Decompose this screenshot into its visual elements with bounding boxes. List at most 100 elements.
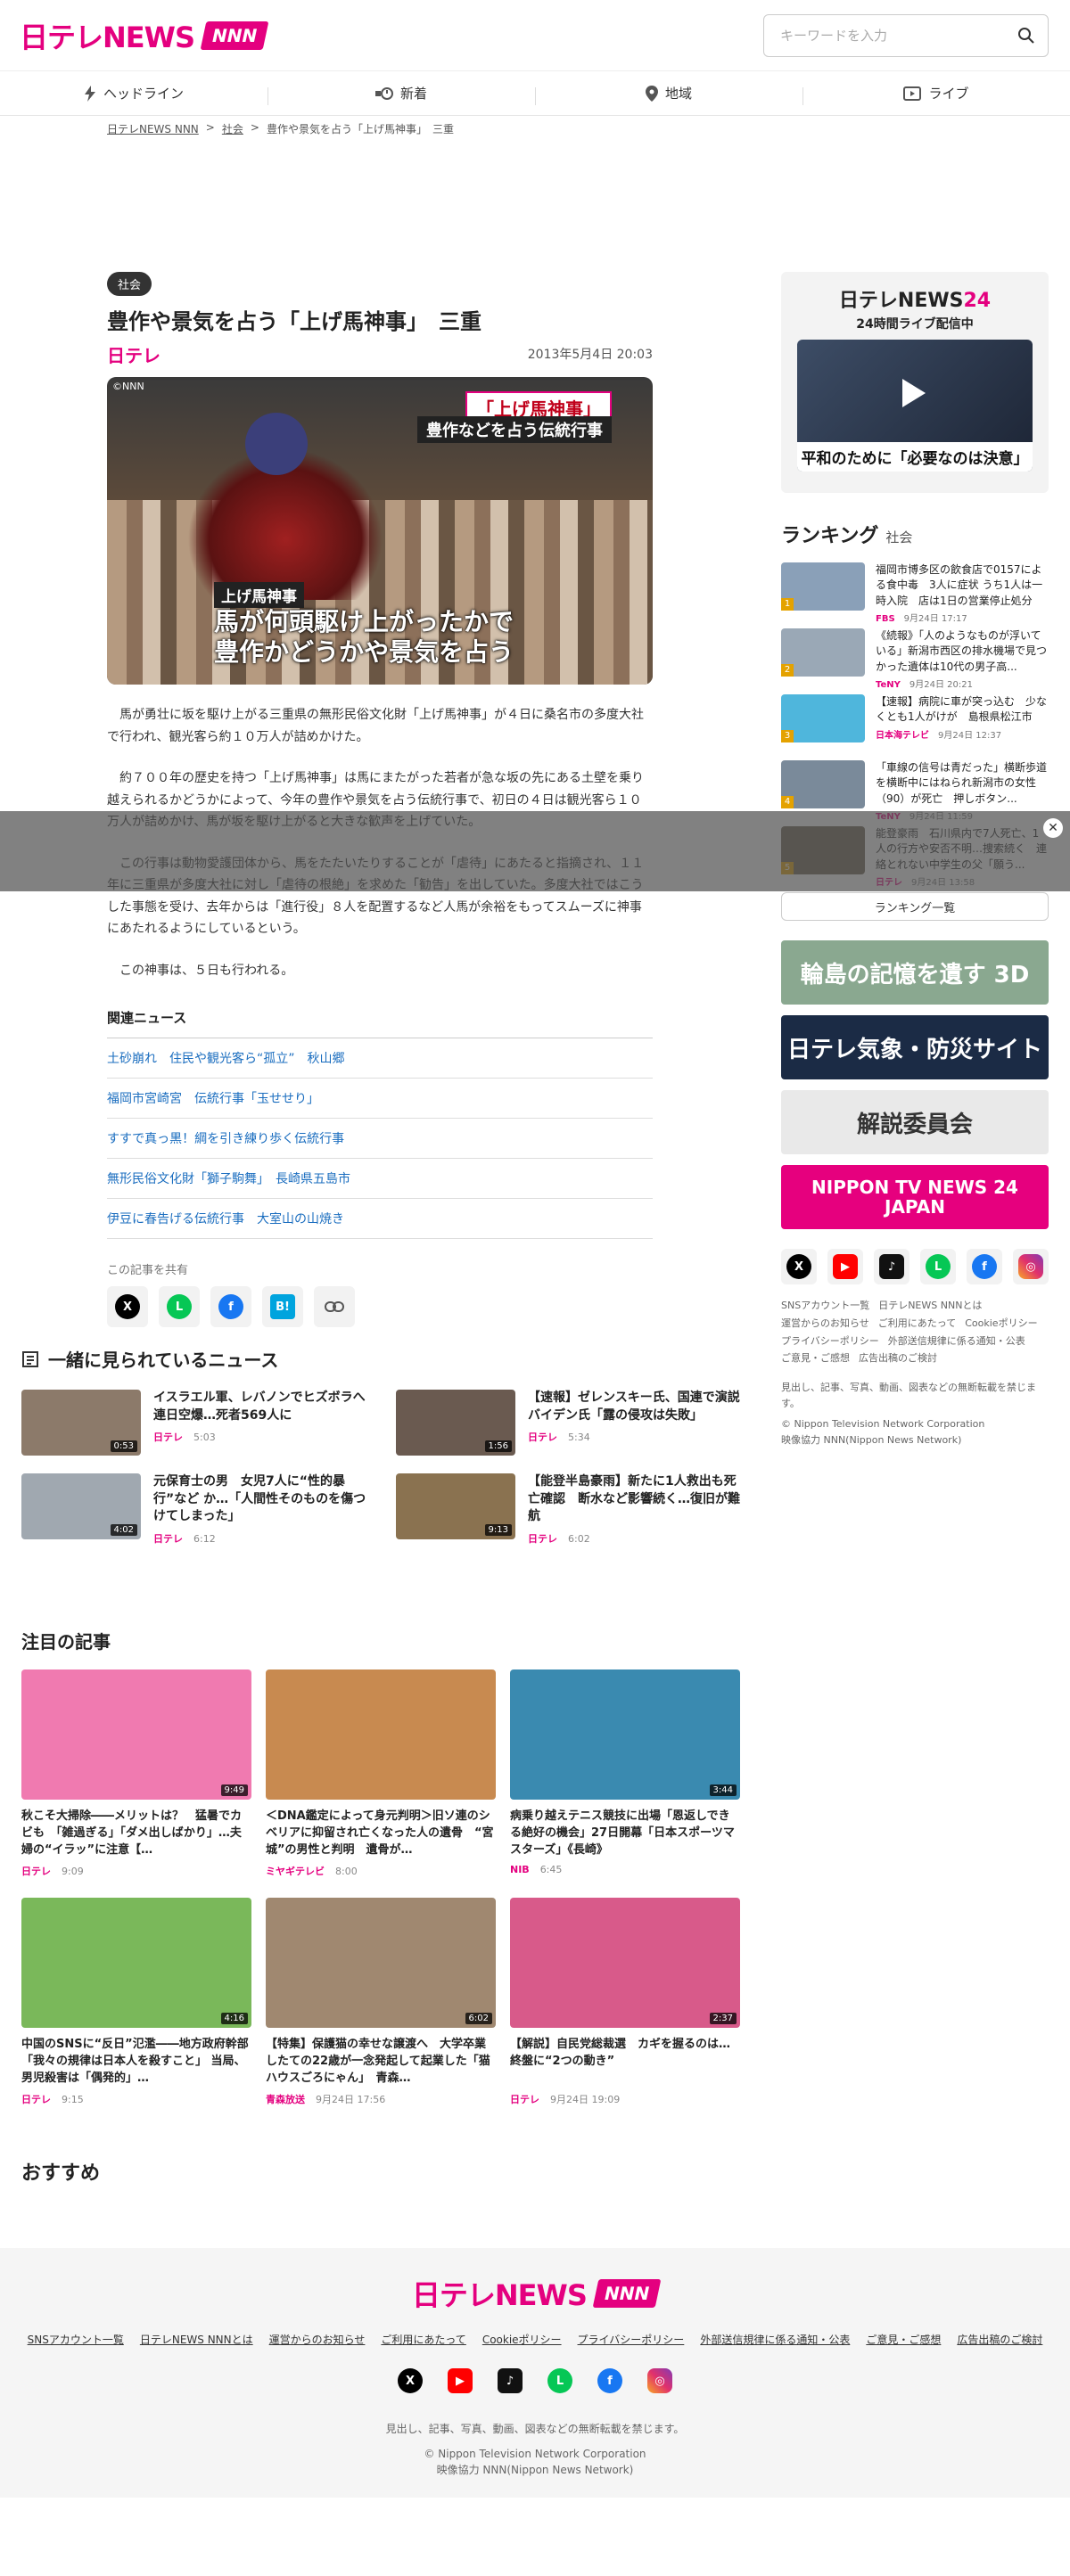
sns-tiktok-link[interactable]: ♪ xyxy=(874,1249,910,1284)
article-meta: 日テレ 2013年5月4日 20:03 xyxy=(107,343,653,366)
nav-latest[interactable]: 新着 xyxy=(268,84,535,105)
footer-line-link[interactable]: L xyxy=(545,2366,575,2396)
sidebar-link[interactable]: ご利用にあたって xyxy=(878,1317,956,1329)
ranking-item[interactable]: 2 《続報》「人のようなものが浮いている」新潟市西区の排水機場で見つかった遺体は1… xyxy=(781,628,1049,690)
sns-youtube-link[interactable]: ▶ xyxy=(827,1249,863,1284)
close-icon[interactable]: ✕ xyxy=(1043,818,1063,838)
article-photo: ©NNN 「上げ馬神事」 豊作などを占う伝統行事 上げ馬神事 馬が何頭駆け上がっ… xyxy=(107,377,653,685)
live-stream-box[interactable]: 日テレNEWS24 24時間ライブ配信中 平和のために「必要なのは決意」 xyxy=(781,272,1049,493)
breadcrumb-category[interactable]: 社会 xyxy=(222,121,243,136)
sidebar-link[interactable]: 運営からのお知らせ xyxy=(781,1317,869,1329)
youtube-icon: ▶ xyxy=(448,2368,473,2393)
also-viewed-item[interactable]: 1:56 【速報】ゼレンスキー氏、国連で演説 バイデン氏「露の侵攻は失敗」 日テレ 5… xyxy=(396,1390,753,1456)
featured-item[interactable]: 4:16 中国のSNSに“反日”氾濫――地方政府幹部「我々の規律は日本人を殺すこと… xyxy=(21,1898,251,2106)
line-icon: L xyxy=(167,1294,192,1320)
footer-instagram-link[interactable]: ◎ xyxy=(645,2366,675,2396)
paragraph: この神事は、５日も行われる。 xyxy=(119,963,294,978)
footer-link[interactable]: 広告出稿のご検討 xyxy=(957,2332,1042,2347)
item-source: NIB xyxy=(510,1864,530,1875)
item-source: 日テレ xyxy=(21,1866,51,1877)
footer-copyright: © Nippon Television Network Corporation … xyxy=(424,2448,646,2476)
main-nav: ヘッドライン 新着 地域 ライブ xyxy=(0,71,1070,116)
featured-item[interactable]: 6:02 【特集】保護猫の幸せな譲渡へ 大学卒業したての22歳が一念発起して起業し… xyxy=(266,1898,496,2106)
thumbnail xyxy=(266,1669,496,1800)
share-line-button[interactable]: L xyxy=(159,1286,200,1328)
ranking-list-button[interactable]: ランキング一覧 xyxy=(781,892,1049,921)
also-viewed-item[interactable]: 9:13 【能登半島豪雨】新たに1人救出も死亡確認 断水など影響続く…復旧が難航日… xyxy=(396,1473,744,1545)
footer-x-link[interactable]: X xyxy=(395,2366,425,2396)
footer-link[interactable]: 外部送信規律に係る通知・公表 xyxy=(700,2332,850,2347)
footer-link[interactable]: プライバシーポリシー xyxy=(578,2332,685,2347)
featured-item[interactable]: 3:44 病乗り越えテニス競技に出場「恩返しできる絶好の機会」27日開幕「日本スポ… xyxy=(510,1669,740,1878)
footer-link[interactable]: ご意見・ご感想 xyxy=(866,2332,941,2347)
footer-link[interactable]: SNSアカウント一覧 xyxy=(28,2332,124,2347)
featured-item[interactable]: ＜DNA鑑定によって身元判明＞旧ソ連のシベリアに抑留され亡くなった人の遺骨 “宮… xyxy=(266,1669,496,1878)
footer-link[interactable]: 運営からのお知らせ xyxy=(269,2332,366,2347)
ranking-item[interactable]: 1 福岡市博多区の飲食店で0157による食中毒 3人に症状 うち1人は一時入院 店… xyxy=(781,562,1049,624)
sidebar-banner[interactable]: 輪島の記憶を遺す 3D xyxy=(781,940,1049,1005)
sidebar-banner[interactable]: NIPPON TV NEWS 24 JAPAN xyxy=(781,1165,1049,1229)
related-link[interactable]: 伊豆に春告げる伝統行事 大室山の山焼き xyxy=(107,1199,653,1240)
sidebar-banner[interactable]: 日テレ気象・防災サイト xyxy=(781,1015,1049,1079)
search-button[interactable] xyxy=(1005,15,1048,56)
breadcrumb-home[interactable]: 日テレNEWS NNN xyxy=(107,121,199,136)
item-time: 6:02 xyxy=(568,1532,590,1545)
sidebar-link[interactable]: 日テレNEWS NNNとは xyxy=(878,1300,982,1311)
related-link[interactable]: すすで真っ黒！綱を引き練り歩く伝統行事 xyxy=(107,1119,653,1160)
ranking-item[interactable]: 3 【速報】病院に車が突っ込む 少なくとも1人がけが 島根県松江市 日本海テレビ 9月… xyxy=(781,694,1049,746)
source-logo: 日テレ xyxy=(107,344,160,366)
live-video[interactable]: 平和のために「必要なのは決意」 xyxy=(797,340,1033,472)
item-headline: イスラエル軍、レバノンでヒズボラへ連日空爆…死者569人に xyxy=(153,1391,366,1423)
link-icon xyxy=(325,1301,344,1313)
search-input[interactable] xyxy=(764,15,1005,56)
copy-link-button[interactable] xyxy=(314,1286,355,1328)
footer-youtube-link[interactable]: ▶ xyxy=(445,2366,475,2396)
nav-region[interactable]: 地域 xyxy=(535,84,802,105)
sidebar-banner[interactable]: 解説委員会 xyxy=(781,1090,1049,1154)
item-headline: 【能登半島豪雨】新たに1人救出も死亡確認 断水など影響続く…復旧が難航 xyxy=(528,1474,740,1524)
recommend-title: おすすめ xyxy=(21,2162,101,2185)
sns-x-link[interactable]: X xyxy=(781,1249,817,1284)
nav-label: ヘッドライン xyxy=(103,86,184,102)
footer-link[interactable]: ご利用にあたって xyxy=(381,2332,465,2347)
also-viewed-item[interactable]: 0:53 イスラエル軍、レバノンでヒズボラへ連日空爆…死者569人に 日テレ 5:03 xyxy=(21,1390,369,1456)
ranking-headline: 「車線の信号は青だった」横断歩道を横断中にはねられ新潟市の女性（90）が死亡 押… xyxy=(876,761,1048,805)
site-logo[interactable]: 日テレNEWS NNN xyxy=(20,16,269,55)
related-link[interactable]: 福岡市宮崎宮 伝統行事「玉せせり」 xyxy=(107,1079,653,1120)
sidebar-link[interactable]: 広告出稿のご検討 xyxy=(859,1352,937,1364)
share-label: この記事を共有 xyxy=(107,1264,189,1278)
footer-tiktok-link[interactable]: ♪ xyxy=(495,2366,525,2396)
share-x-button[interactable]: X xyxy=(107,1286,148,1328)
sns-instagram-link[interactable]: ◎ xyxy=(1013,1249,1049,1284)
footer-link[interactable]: 日テレNEWS NNNとは xyxy=(140,2332,253,2347)
sidebar-link[interactable]: SNSアカウント一覧 xyxy=(781,1300,869,1311)
featured-item[interactable]: 2:37 【解説】自民党総裁選 カギを握るのは…終盤に“2つの動き” 日テレ 9月24… xyxy=(510,1898,740,2106)
share-facebook-button[interactable]: f xyxy=(210,1286,251,1328)
item-time: 6:45 xyxy=(539,1864,563,1875)
sns-line-link[interactable]: L xyxy=(920,1249,956,1284)
footer-link[interactable]: Cookieポリシー xyxy=(482,2332,562,2347)
sns-facebook-link[interactable]: f xyxy=(967,1249,1002,1284)
sidebar-links: SNSアカウント一覧 日テレNEWS NNNとは運営からのお知らせ ご利用にあたって… xyxy=(781,1297,1049,1367)
source-name: TeNY xyxy=(876,680,901,691)
item-source: ミヤギテレビ xyxy=(266,1866,325,1877)
related-link[interactable]: 土砂崩れ 住民や観光客ら“孤立” 秋山郷 xyxy=(107,1038,653,1079)
footer-logo[interactable]: 日テレNEWS NNN xyxy=(0,2273,1070,2314)
nav-label: ライブ xyxy=(928,86,969,102)
footer-facebook-link[interactable]: f xyxy=(595,2366,625,2396)
also-viewed-item[interactable]: 4:02 元保育士の男 女児7人に“性的暴行”など か…「人間性そのものを傷つけて… xyxy=(21,1473,369,1545)
sidebar-link[interactable]: ご意見・ご感想 xyxy=(781,1352,850,1364)
featured-item[interactable]: 9:49 秋こそ大掃除――メリットは？ 猛暑でカビも 「雑過ぎる」「ダメ出しばかり… xyxy=(21,1669,251,1878)
nav-headline[interactable]: ヘッドライン xyxy=(0,84,268,103)
sidebar-link[interactable]: プライバシーポリシー xyxy=(781,1335,879,1347)
share-hatena-button[interactable]: B! xyxy=(262,1286,303,1328)
logo-text: 日テレNEWS xyxy=(20,21,195,54)
item-time: 6:12 xyxy=(193,1532,216,1545)
category-tag[interactable]: 社会 xyxy=(107,272,152,296)
ranking-item[interactable]: 4 「車線の信号は青だった」横断歩道を横断中にはねられ新潟市の女性（90）が死亡 … xyxy=(781,760,1049,822)
nav-live[interactable]: ライブ xyxy=(802,84,1070,105)
sidebar-link[interactable]: 外部送信規律に係る通知・公表 xyxy=(888,1335,1025,1347)
related-link[interactable]: 無形民俗文化財「獅子駒舞」 長崎県五島市 xyxy=(107,1159,653,1200)
item-meta: 日テレ 5:34 xyxy=(528,1430,744,1444)
sidebar-link[interactable]: Cookieポリシー xyxy=(965,1317,1037,1329)
